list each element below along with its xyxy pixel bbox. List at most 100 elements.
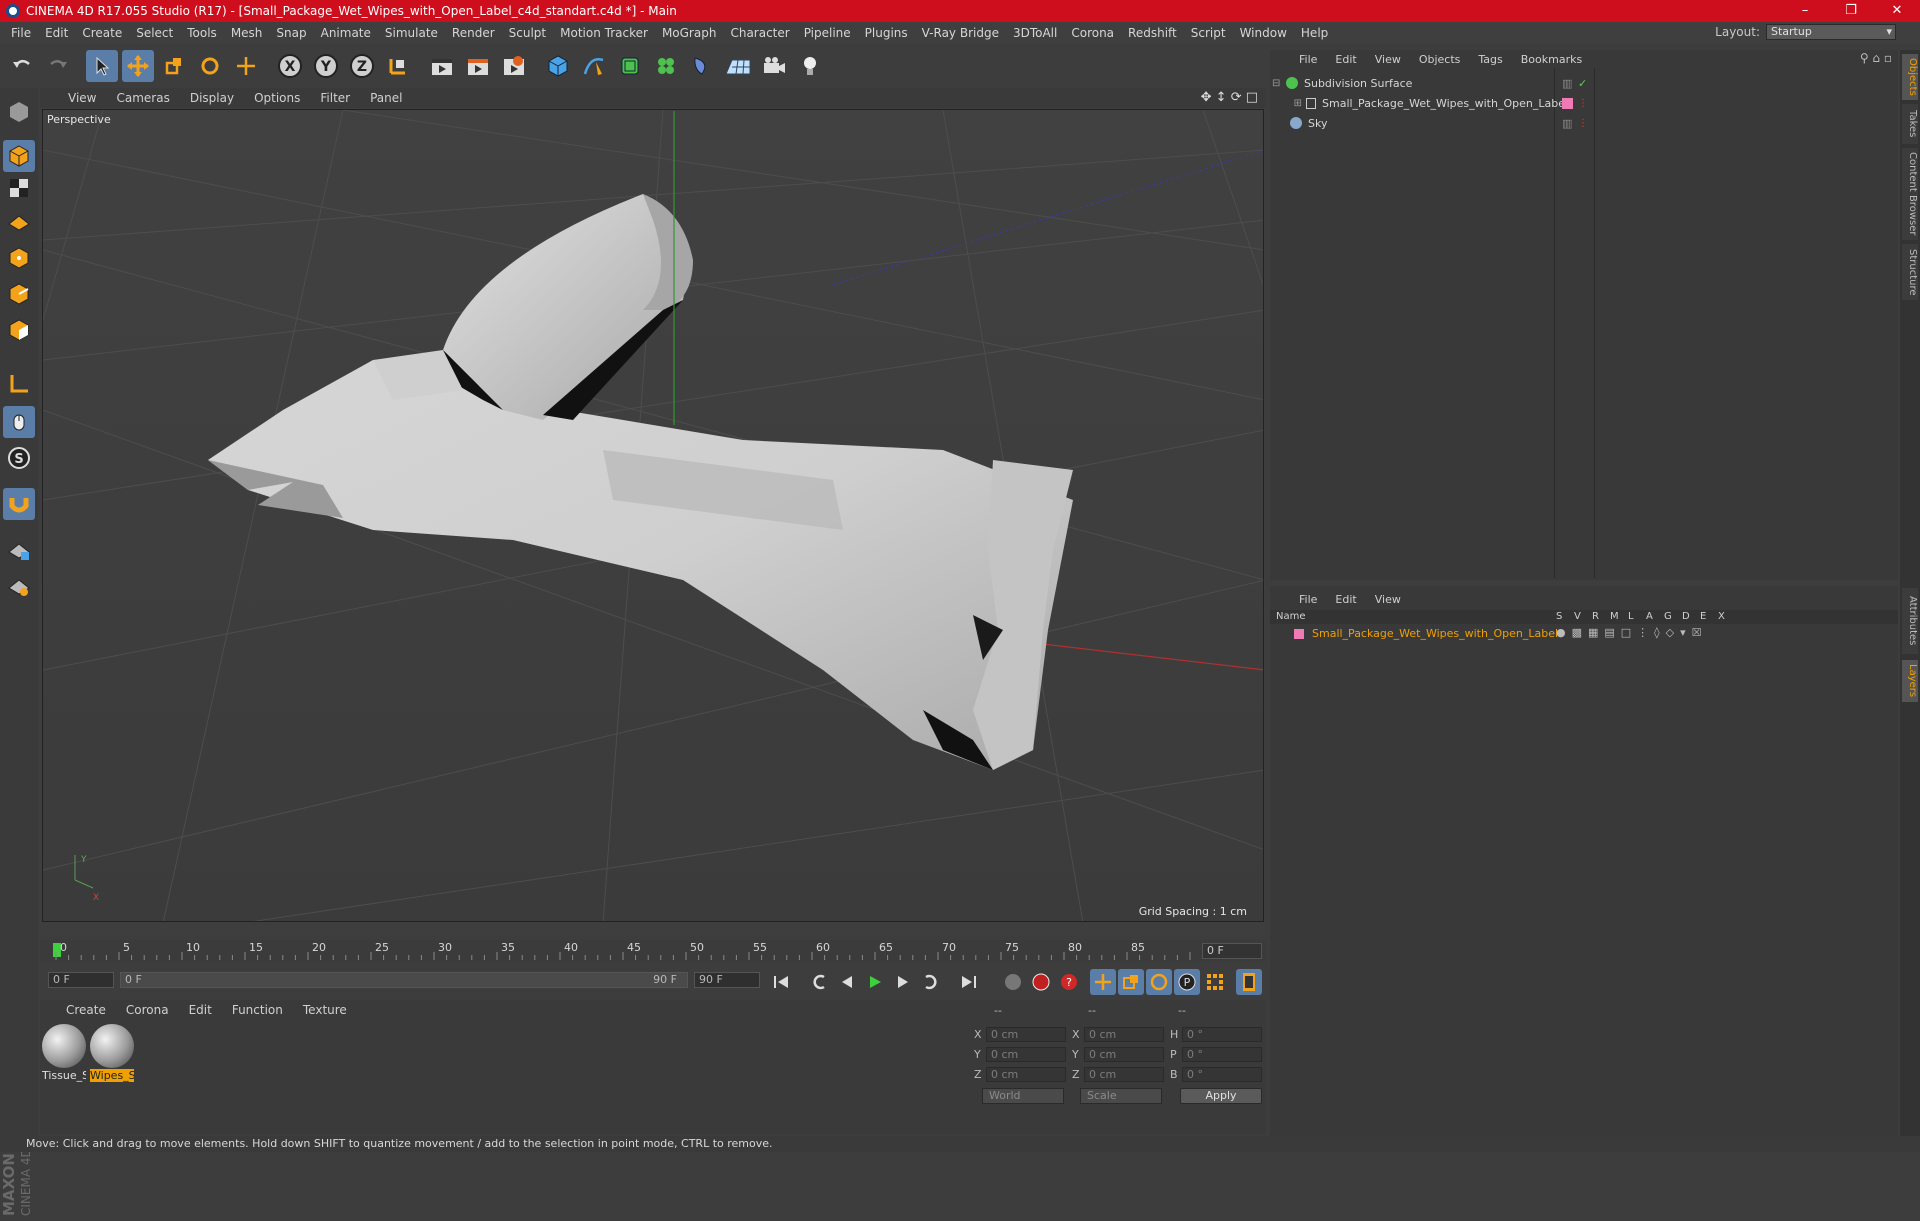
light-icon[interactable]	[794, 50, 826, 82]
minimize-button[interactable]: –	[1782, 0, 1828, 22]
menu-edit[interactable]: Edit	[38, 26, 75, 40]
axis-mode-icon[interactable]	[3, 368, 35, 400]
objects-menu-bookmarks[interactable]: Bookmarks	[1512, 53, 1591, 66]
collapse-toggle-icon[interactable]: ⊟	[1272, 78, 1286, 89]
menu-snap[interactable]: Snap	[269, 26, 313, 40]
viewport-menu-display[interactable]: Display	[180, 91, 244, 105]
object-row-wet-wipes[interactable]: ⊞ Small_Package_Wet_Wipes_with_Open_Labe…	[1272, 94, 1896, 112]
go-to-start-icon[interactable]	[768, 969, 794, 995]
rotation-b-field[interactable]: 0 °	[1182, 1067, 1262, 1082]
layers-menu-file[interactable]: File	[1290, 593, 1326, 606]
z-axis-lock-icon[interactable]: Z	[346, 50, 378, 82]
restore-button[interactable]: ❐	[1828, 0, 1874, 22]
key-position-icon[interactable]	[1090, 969, 1116, 995]
solo-mode-icon[interactable]: S	[3, 442, 35, 474]
viewport-menu-options[interactable]: Options	[244, 91, 310, 105]
end-frame-field[interactable]: 90 F	[694, 972, 760, 988]
deformer-icon[interactable]	[686, 50, 718, 82]
size-z-field[interactable]: 0 cm	[1084, 1067, 1164, 1082]
workplane-mode-icon[interactable]	[3, 204, 35, 236]
next-frame-icon[interactable]	[890, 969, 916, 995]
viewport-menu-cameras[interactable]: Cameras	[106, 91, 179, 105]
play-icon[interactable]	[862, 969, 888, 995]
coordinate-system-icon[interactable]	[382, 50, 414, 82]
object-manager-search-icon[interactable]: ⚲ ⌂ ▫	[1860, 51, 1892, 65]
material-swatch-wipes[interactable]: Wipes_S	[90, 1024, 134, 1084]
layer-dot-icon[interactable]: ▥	[1562, 117, 1572, 130]
next-keyframe-icon[interactable]	[918, 969, 944, 995]
menu-redshift[interactable]: Redshift	[1121, 26, 1184, 40]
layers-menu-view[interactable]: View	[1366, 593, 1410, 606]
material-menu-function[interactable]: Function	[222, 1003, 293, 1017]
material-menu-texture[interactable]: Texture	[293, 1003, 357, 1017]
render-picture-viewer-icon[interactable]	[462, 50, 494, 82]
material-menu-create[interactable]: Create	[56, 1003, 116, 1017]
menu-plugins[interactable]: Plugins	[858, 26, 915, 40]
size-x-field[interactable]: 0 cm	[1084, 1027, 1164, 1042]
render-view-icon[interactable]	[426, 50, 458, 82]
scale-tool-icon[interactable]	[158, 50, 190, 82]
spline-pen-icon[interactable]	[578, 50, 610, 82]
make-editable-icon[interactable]	[3, 96, 35, 128]
objects-menu-edit[interactable]: Edit	[1326, 53, 1365, 66]
object-row-subdivision-surface[interactable]: ⊟ Subdivision Surface ▥ ✓	[1272, 74, 1896, 92]
menu-vray-bridge[interactable]: V-Ray Bridge	[915, 26, 1006, 40]
workplane-lock-icon[interactable]	[3, 534, 35, 566]
tab-structure[interactable]: Structure	[1902, 244, 1918, 300]
redo-icon[interactable]	[42, 50, 74, 82]
menu-mesh[interactable]: Mesh	[224, 26, 270, 40]
subdivision-surface-icon[interactable]	[614, 50, 646, 82]
objects-menu-objects[interactable]: Objects	[1410, 53, 1470, 66]
layer-color-swatch[interactable]	[1562, 97, 1573, 109]
position-y-field[interactable]: 0 cm	[986, 1047, 1066, 1062]
objects-menu-tags[interactable]: Tags	[1469, 53, 1511, 66]
enabled-check-icon[interactable]: ✓	[1578, 77, 1587, 90]
menu-file[interactable]: File	[4, 26, 38, 40]
visibility-dot-icon[interactable]: ⋮	[1578, 118, 1588, 129]
go-to-end-icon[interactable]	[956, 969, 982, 995]
record-keys-icon[interactable]	[1000, 969, 1026, 995]
viewport-navigation-icons[interactable]: ✥ ↕ ⟳ □	[1201, 90, 1258, 105]
tab-layers[interactable]: Layers	[1902, 660, 1918, 702]
menu-create[interactable]: Create	[75, 26, 129, 40]
menu-pipeline[interactable]: Pipeline	[797, 26, 858, 40]
rotation-p-field[interactable]: 0 °	[1182, 1047, 1262, 1062]
polygons-mode-icon[interactable]	[3, 314, 35, 346]
undo-icon[interactable]	[6, 50, 38, 82]
menu-mograph[interactable]: MoGraph	[655, 26, 724, 40]
menu-corona[interactable]: Corona	[1064, 26, 1121, 40]
edges-mode-icon[interactable]	[3, 278, 35, 310]
layer-color-swatch[interactable]	[1294, 629, 1304, 639]
move-tool-icon[interactable]	[122, 50, 154, 82]
tab-content-browser[interactable]: Content Browser	[1902, 148, 1918, 240]
points-mode-icon[interactable]	[3, 242, 35, 274]
start-frame-field[interactable]: 0 F	[48, 972, 114, 988]
menu-tools[interactable]: Tools	[180, 26, 224, 40]
timeline-window-icon[interactable]	[1236, 969, 1262, 995]
texture-mode-icon[interactable]	[3, 172, 35, 204]
planar-workplane-icon[interactable]	[3, 570, 35, 602]
close-button[interactable]: ✕	[1874, 0, 1920, 22]
rotation-h-field[interactable]: 0 °	[1182, 1027, 1262, 1042]
material-swatch-tissue[interactable]: Tissue_S	[42, 1024, 86, 1084]
layer-toggle-icons[interactable]: ●▩▦▤□⋮◊◇▾☒	[1556, 626, 1707, 639]
viewport-menu-filter[interactable]: Filter	[310, 91, 360, 105]
menu-sculpt[interactable]: Sculpt	[502, 26, 553, 40]
size-mode-dropdown[interactable]: Scale	[1080, 1088, 1162, 1104]
viewport-menu-view[interactable]: View	[58, 91, 106, 105]
menu-script[interactable]: Script	[1184, 26, 1233, 40]
menu-select[interactable]: Select	[129, 26, 180, 40]
menu-render[interactable]: Render	[445, 26, 502, 40]
size-y-field[interactable]: 0 cm	[1084, 1047, 1164, 1062]
model-mode-icon[interactable]	[3, 140, 35, 172]
expand-toggle-icon[interactable]: ⊞	[1272, 98, 1306, 109]
menu-character[interactable]: Character	[723, 26, 796, 40]
objects-menu-view[interactable]: View	[1366, 53, 1410, 66]
position-x-field[interactable]: 0 cm	[986, 1027, 1066, 1042]
coordinate-space-dropdown[interactable]: World	[982, 1088, 1064, 1104]
tab-attributes[interactable]: Attributes	[1902, 588, 1918, 654]
menu-help[interactable]: Help	[1294, 26, 1335, 40]
layer-dot-icon[interactable]: ▥	[1562, 77, 1572, 90]
viewport-menu-panel[interactable]: Panel	[360, 91, 412, 105]
key-pla-icon[interactable]	[1202, 969, 1228, 995]
